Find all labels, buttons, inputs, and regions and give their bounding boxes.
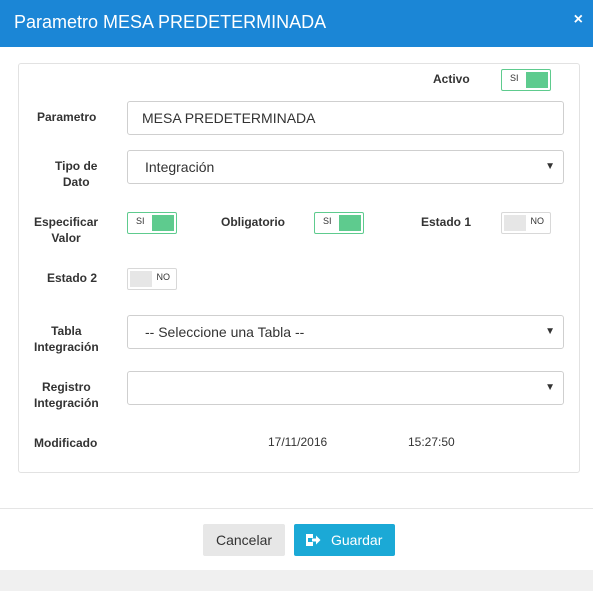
chevron-down-icon: ▼ [545,326,555,337]
estado2-toggle-text: NO [156,272,171,282]
especificar-valor-label-line2: Valor [51,231,81,245]
chevron-down-icon: ▼ [545,161,555,172]
toggle-knob [152,215,174,231]
registro-integracion-label-line2: Integración [34,396,99,410]
estado1-label: Estado 1 [421,215,472,229]
save-icon [306,534,321,546]
registro-integracion-label-line1: Registro [42,380,91,394]
estado2-label: Estado 2 [47,271,98,285]
toggle-knob [339,215,361,231]
close-icon[interactable]: × [574,11,583,29]
form-panel: Activo SI Parametro MESA PREDETERMINADA … [18,63,580,473]
parametro-label: Parametro [37,110,97,124]
tabla-integracion-label-line2: Integración [34,340,99,354]
tabla-integracion-label-line1: Tabla [51,324,82,338]
save-button-label: Guardar [331,532,383,548]
especificar-valor-toggle-text: SI [136,216,145,226]
modificado-label: Modificado [34,436,98,450]
toggle-knob [526,72,548,88]
obligatorio-toggle-text: SI [323,216,332,226]
obligatorio-toggle[interactable]: SI [314,212,364,234]
tipo-dato-selected: Integración [145,159,215,175]
save-button[interactable]: Guardar [294,524,395,556]
modificado-time: 15:27:50 [408,435,455,449]
modificado-date: 17/11/2016 [268,435,328,449]
tipo-dato-label-line2: Dato [62,175,90,189]
estado1-toggle[interactable]: NO [501,212,551,234]
tabla-integracion-selected: -- Seleccione una Tabla -- [145,324,305,340]
tabla-integracion-label: Tabla Integración [34,323,99,355]
estado2-toggle[interactable]: NO [127,268,177,290]
tipo-dato-label: Tipo de Dato [55,158,97,190]
activo-toggle-text: SI [510,73,519,83]
activo-label: Activo [433,72,470,86]
chevron-down-icon: ▼ [545,382,555,393]
activo-toggle[interactable]: SI [501,69,551,91]
toggle-knob [130,271,152,287]
registro-integracion-label: Registro Integración [34,379,99,411]
estado1-toggle-text: NO [530,216,545,226]
tipo-dato-select[interactable]: Integración ▼ [127,150,564,184]
especificar-valor-label: Especificar Valor [34,214,98,246]
toggle-knob [504,215,526,231]
dialog-title: Parametro MESA PREDETERMINADA [14,12,327,32]
tipo-dato-label-line1: Tipo de [55,159,98,173]
registro-integracion-select[interactable]: ▼ [127,371,564,405]
dialog-titlebar: Parametro MESA PREDETERMINADA × [0,0,593,47]
obligatorio-label: Obligatorio [221,215,285,229]
especificar-valor-toggle[interactable]: SI [127,212,177,234]
footer-divider [0,508,593,509]
parameter-dialog: Parametro MESA PREDETERMINADA × Activo S… [0,0,593,570]
especificar-valor-label-line1: Especificar [34,215,99,229]
tabla-integracion-select[interactable]: -- Seleccione una Tabla -- ▼ [127,315,564,349]
parametro-input[interactable]: MESA PREDETERMINADA [127,101,564,135]
cancel-button[interactable]: Cancelar [203,524,285,556]
